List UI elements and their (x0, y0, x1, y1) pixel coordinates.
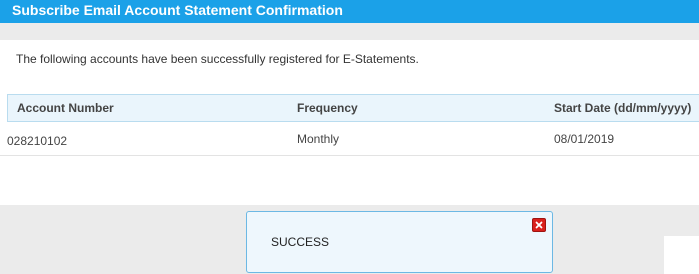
start-date-cell: 08/01/2019 (554, 132, 615, 146)
row-divider (0, 155, 699, 156)
success-toast: SUCCESS (246, 211, 553, 273)
close-x-glyph (535, 221, 543, 229)
page-title: Subscribe Email Account Statement Confir… (12, 2, 343, 18)
column-header-start-date: Start Date (dd/mm/yyyy) (554, 101, 692, 115)
account-number-cell: 0282101021 (7, 132, 67, 148)
background-panel-corner (664, 236, 699, 274)
close-icon[interactable] (532, 218, 546, 232)
column-header-frequency: Frequency (297, 101, 358, 115)
toast-message: SUCCESS (271, 235, 330, 249)
header-spacer (0, 23, 699, 40)
account-number-value: 0282101021 (7, 134, 67, 148)
frequency-cell: Monthly (297, 132, 340, 146)
column-header-account-number: Account Number (17, 101, 114, 115)
intro-text: The following accounts have been success… (16, 52, 419, 66)
page-header: Subscribe Email Account Statement Confir… (0, 0, 699, 23)
